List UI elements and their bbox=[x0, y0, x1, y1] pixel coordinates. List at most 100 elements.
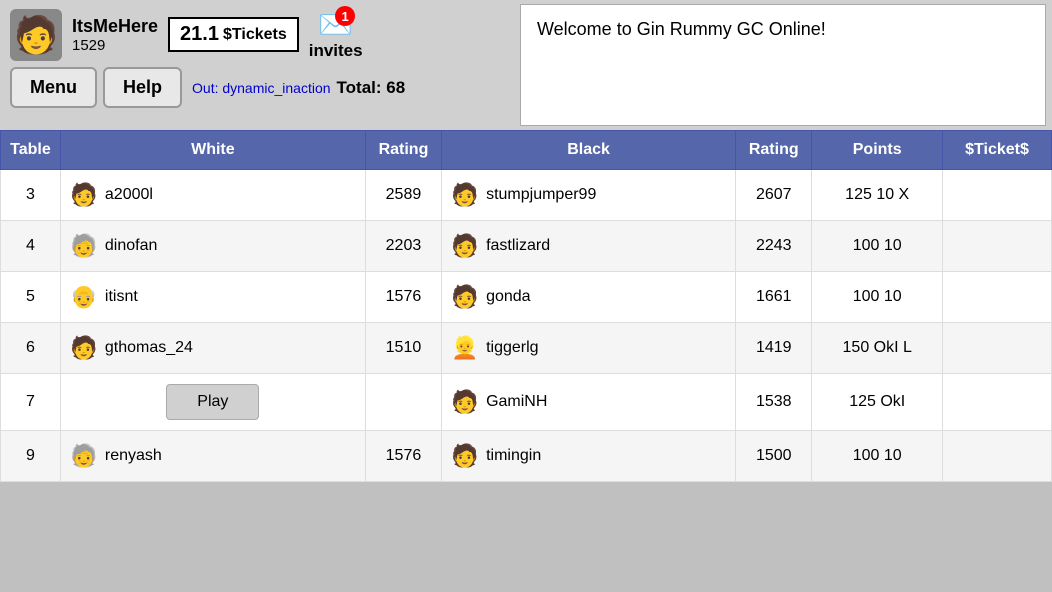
col-header-rating2: Rating bbox=[736, 131, 812, 170]
play-button[interactable]: Play bbox=[166, 384, 259, 420]
black-avatar: 🧑 bbox=[450, 180, 480, 210]
table-row[interactable]: 5 👴 itisnt 1576 🧑 gonda 1661100 10 bbox=[1, 272, 1052, 323]
table-row[interactable]: 7 Play 🧑 GamiNH 1538125 OkI bbox=[1, 374, 1052, 431]
cell-white[interactable]: 👴 itisnt bbox=[60, 272, 365, 323]
cell-black[interactable]: 🧑 gonda bbox=[442, 272, 736, 323]
username: ItsMeHere bbox=[72, 16, 158, 37]
cell-points: 150 OkI L bbox=[812, 323, 943, 374]
cell-white[interactable]: 🧓 renyash bbox=[60, 431, 365, 482]
white-name: itisnt bbox=[105, 288, 138, 306]
white-name: dinofan bbox=[105, 237, 158, 255]
invites-badge: 1 bbox=[335, 6, 355, 26]
col-header-tickets: $Ticket$ bbox=[943, 131, 1052, 170]
col-header-table: Table bbox=[1, 131, 61, 170]
welcome-panel: Welcome to Gin Rummy GC Online! bbox=[520, 4, 1046, 126]
cell-tickets bbox=[943, 272, 1052, 323]
col-header-white: White bbox=[60, 131, 365, 170]
user-rating: 1529 bbox=[72, 37, 158, 54]
black-name: tiggerlg bbox=[486, 339, 538, 357]
col-header-black: Black bbox=[442, 131, 736, 170]
header-top: 🧑 ItsMeHere 1529 21.1 $Tickets ✉️ 1 invi… bbox=[10, 8, 510, 61]
cell-white[interactable]: 🧑 a2000l bbox=[60, 170, 365, 221]
total-text: Total: 68 bbox=[337, 78, 406, 98]
cell-white: Play bbox=[60, 374, 365, 431]
username-block: ItsMeHere 1529 bbox=[72, 16, 158, 54]
cell-white-rating: 2589 bbox=[365, 170, 441, 221]
game-table: Table White Rating Black Rating Points $… bbox=[0, 130, 1052, 482]
cell-table-num: 6 bbox=[1, 323, 61, 374]
cell-table-num: 7 bbox=[1, 374, 61, 431]
black-name: timingin bbox=[486, 447, 541, 465]
cell-points: 125 10 X bbox=[812, 170, 943, 221]
black-avatar: 🧑 bbox=[450, 231, 480, 261]
cell-points: 100 10 bbox=[812, 272, 943, 323]
cell-tickets bbox=[943, 221, 1052, 272]
invites-block: ✉️ 1 invites bbox=[309, 8, 363, 61]
white-name: renyash bbox=[105, 447, 162, 465]
cell-black[interactable]: 🧑 GamiNH bbox=[442, 374, 736, 431]
black-avatar: 🧑 bbox=[450, 441, 480, 471]
header-left: 🧑 ItsMeHere 1529 21.1 $Tickets ✉️ 1 invi… bbox=[0, 0, 520, 130]
cell-tickets bbox=[943, 323, 1052, 374]
white-name: gthomas_24 bbox=[105, 339, 193, 357]
cell-black-rating: 2607 bbox=[736, 170, 812, 221]
menu-button[interactable]: Menu bbox=[10, 67, 97, 108]
table-header-row: Table White Rating Black Rating Points $… bbox=[1, 131, 1052, 170]
table-row[interactable]: 4🧓dinofan2203🧑fastlizard2243100 10 bbox=[1, 221, 1052, 272]
table-row[interactable]: 6 🧑 gthomas_24 1510 👱 tiggerlg 1419150 OkI L bbox=[1, 323, 1052, 374]
black-name: fastlizard bbox=[486, 237, 550, 255]
tickets-block: 21.1 $Tickets bbox=[168, 17, 299, 52]
black-avatar: 🧑 bbox=[450, 282, 480, 312]
cell-table-num: 3 bbox=[1, 170, 61, 221]
cell-points: 100 10 bbox=[812, 431, 943, 482]
cell-black[interactable]: 👱 tiggerlg bbox=[442, 323, 736, 374]
white-avatar: 🧑 bbox=[69, 333, 99, 363]
cell-points: 100 10 bbox=[812, 221, 943, 272]
table-row[interactable]: 9 🧓 renyash 1576 🧑 timingin 1500100 10 bbox=[1, 431, 1052, 482]
cell-white-rating bbox=[365, 374, 441, 431]
cell-black-rating: 1661 bbox=[736, 272, 812, 323]
cell-white-rating: 1576 bbox=[365, 431, 441, 482]
header: 🧑 ItsMeHere 1529 21.1 $Tickets ✉️ 1 invi… bbox=[0, 0, 1052, 130]
col-header-points: Points bbox=[812, 131, 943, 170]
tickets-value: 21.1 bbox=[180, 23, 219, 46]
table-row[interactable]: 3 🧑 a2000l 2589 🧑 stumpjumper99 2607125 10 X bbox=[1, 170, 1052, 221]
cell-table-num: 5 bbox=[1, 272, 61, 323]
black-avatar: 👱 bbox=[450, 333, 480, 363]
header-buttons: Menu Help Out: dynamic_inaction Total: 6… bbox=[10, 67, 510, 108]
invites-icon[interactable]: ✉️ 1 bbox=[318, 8, 353, 41]
cell-white[interactable]: 🧑 gthomas_24 bbox=[60, 323, 365, 374]
welcome-text: Welcome to Gin Rummy GC Online! bbox=[537, 19, 826, 40]
cell-table-num: 4 bbox=[1, 221, 61, 272]
cell-black[interactable]: 🧑 timingin bbox=[442, 431, 736, 482]
cell-black-rating: 1538 bbox=[736, 374, 812, 431]
cell-black-rating: 1419 bbox=[736, 323, 812, 374]
cell-white[interactable]: 🧓 dinofan bbox=[60, 221, 365, 272]
cell-table-num: 9 bbox=[1, 431, 61, 482]
cell-tickets bbox=[943, 431, 1052, 482]
cell-white-rating: 1510 bbox=[365, 323, 441, 374]
black-name: stumpjumper99 bbox=[486, 186, 596, 204]
avatar: 🧑 bbox=[10, 9, 62, 61]
help-button[interactable]: Help bbox=[103, 67, 182, 108]
avatar-icon: 🧑 bbox=[14, 14, 59, 56]
invites-label: invites bbox=[309, 41, 363, 61]
cell-white-rating: 1576 bbox=[365, 272, 441, 323]
white-name: a2000l bbox=[105, 186, 153, 204]
cell-black[interactable]: 🧑 fastlizard bbox=[442, 221, 736, 272]
cell-white-rating: 2203 bbox=[365, 221, 441, 272]
black-name: gonda bbox=[486, 288, 531, 306]
white-avatar: 👴 bbox=[69, 282, 99, 312]
tickets-label: $Tickets bbox=[223, 26, 287, 44]
cell-black[interactable]: 🧑 stumpjumper99 bbox=[442, 170, 736, 221]
white-avatar: 🧓 bbox=[69, 231, 99, 261]
black-avatar: 🧑 bbox=[450, 387, 480, 417]
white-avatar: 🧓 bbox=[69, 441, 99, 471]
cell-black-rating: 1500 bbox=[736, 431, 812, 482]
cell-points: 125 OkI bbox=[812, 374, 943, 431]
white-avatar: 🧑 bbox=[69, 180, 99, 210]
black-name: GamiNH bbox=[486, 393, 547, 411]
col-header-rating1: Rating bbox=[365, 131, 441, 170]
status-text: Out: dynamic_inaction bbox=[192, 80, 331, 96]
cell-tickets bbox=[943, 170, 1052, 221]
